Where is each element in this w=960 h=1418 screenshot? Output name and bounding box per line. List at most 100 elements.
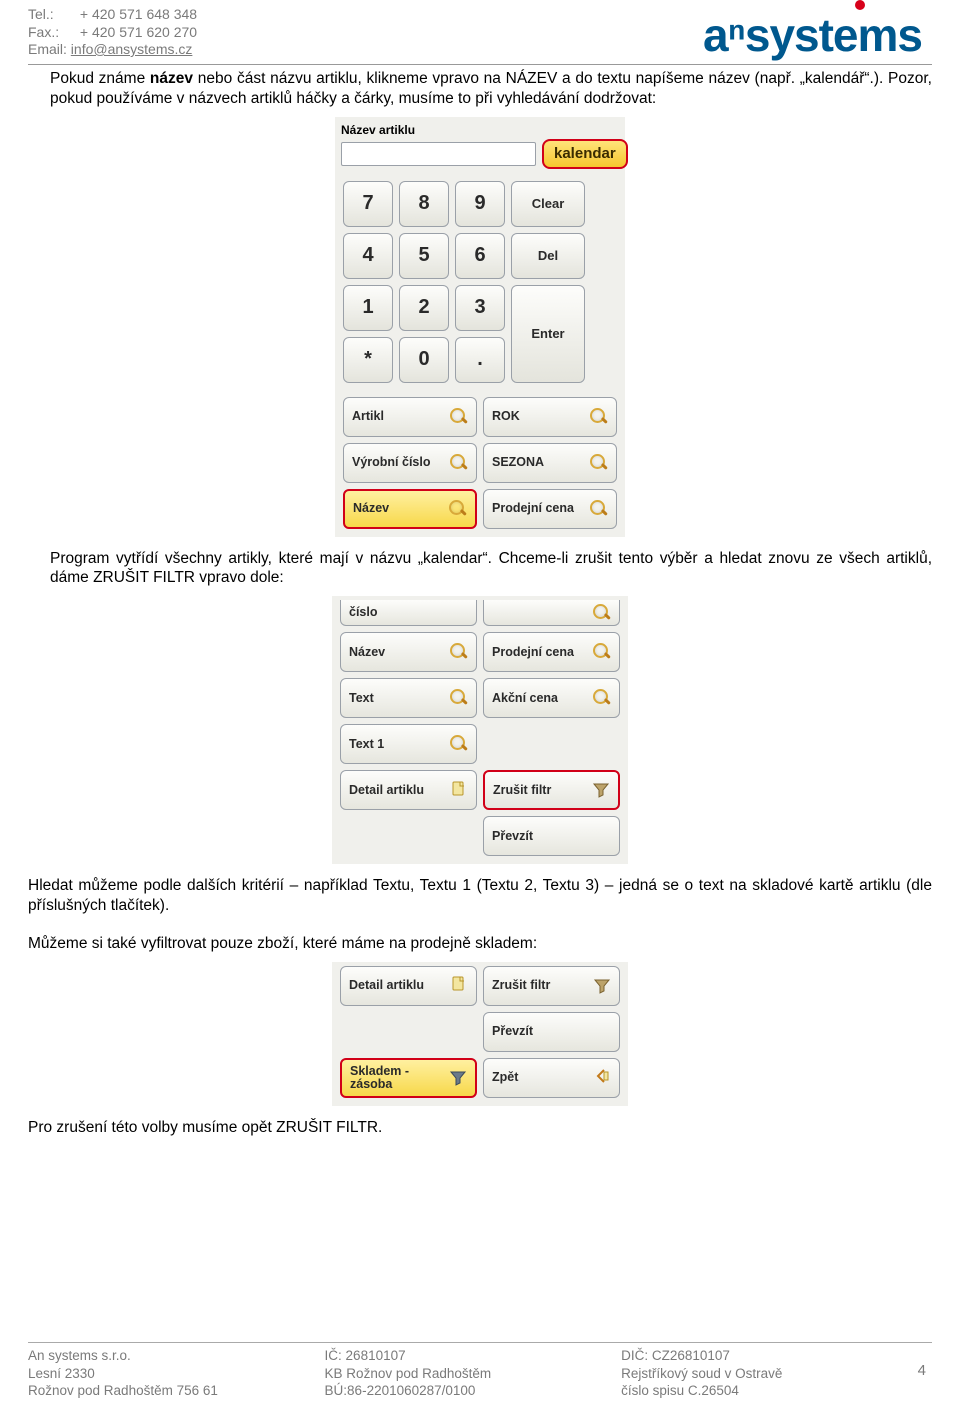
footer-col-2: IČ: 26810107 KB Rožnov pod Radhoštěm BÚ:… — [325, 1347, 622, 1400]
search-icon — [450, 408, 468, 426]
email-link[interactable]: info@ansystems.cz — [71, 41, 193, 57]
keypad-clear[interactable]: Clear — [511, 181, 585, 227]
filter-label: Akční cena — [492, 692, 558, 705]
document-icon — [450, 780, 468, 801]
keypad-7[interactable]: 7 — [343, 181, 393, 227]
stock-filter-panel: Detail artiklu Zrušit filtr Převzít — [28, 962, 932, 1106]
filter-label: Název — [349, 646, 385, 659]
keypad-1[interactable]: 1 — [343, 285, 393, 331]
footer-col-1: An systems s.r.o. Lesní 2330 Rožnov pod … — [28, 1347, 325, 1400]
paragraph-5: Pro zrušení této volby musíme opět ZRUŠI… — [28, 1114, 932, 1138]
keypad-2[interactable]: 2 — [399, 285, 449, 331]
keypad-enter[interactable]: Enter — [511, 285, 585, 383]
filter-sezona[interactable]: SEZONA — [483, 443, 617, 483]
zrusit-filtr-button[interactable]: Zrušit filtr — [483, 966, 620, 1006]
back-icon — [593, 1067, 611, 1088]
prevzit-button[interactable]: Převzít — [483, 1012, 620, 1052]
footer-line: Rožnov pod Radhoštěm 756 61 — [28, 1382, 325, 1400]
filter-rok[interactable]: ROK — [483, 397, 617, 437]
filter-nazev[interactable]: Název — [340, 632, 477, 672]
filter-label: Text — [349, 692, 374, 705]
search-icon — [450, 735, 468, 753]
filter-nazev[interactable]: Název — [343, 489, 477, 529]
keypad-4[interactable]: 4 — [343, 233, 393, 279]
filter-label: Převzít — [492, 1025, 533, 1038]
keypad-5[interactable]: 5 — [399, 233, 449, 279]
filter-label: ROK — [492, 410, 520, 423]
filter-prodejni-cena[interactable]: Prodejní cena — [483, 632, 620, 672]
contact-block: Tel.: + 420 571 648 348 Fax.: + 420 571 … — [28, 6, 197, 59]
prevzit-button[interactable]: Převzít — [483, 816, 620, 856]
footer-line: číslo spisu C.26504 — [621, 1382, 918, 1400]
paragraph-1: Pokud známe název nebo část názvu artikl… — [28, 65, 932, 109]
filter-prodejni-cena[interactable]: Prodejní cena — [483, 489, 617, 529]
paragraph-3: Hledat můžeme podle dalších kritérií – n… — [28, 872, 932, 916]
keypad-star[interactable]: * — [343, 337, 393, 383]
filter-detail-artiklu[interactable]: Detail artiklu — [340, 770, 477, 810]
fax-label: Fax.: — [28, 24, 76, 42]
filter-label: Název — [353, 502, 389, 515]
document-icon — [450, 975, 468, 996]
keypad-dot[interactable]: . — [455, 337, 505, 383]
filter-label: Prodejní cena — [492, 646, 574, 659]
search-icon — [450, 643, 468, 661]
page-header: Tel.: + 420 571 648 348 Fax.: + 420 571 … — [28, 0, 932, 65]
paragraph-2: Program vytřídí všechny artikly, které m… — [28, 545, 932, 589]
filter-list-panel: číslo Název Prodejní cena Text — [28, 596, 932, 864]
filter-vyrobni-cislo[interactable]: Výrobní číslo — [343, 443, 477, 483]
filter-text-1[interactable]: Text 1 — [340, 724, 477, 764]
filter-artikl[interactable]: Artikl — [343, 397, 477, 437]
article-name-input[interactable] — [341, 142, 536, 166]
filter-label: Text 1 — [349, 738, 384, 751]
filter-akcni-cena[interactable]: Akční cena — [483, 678, 620, 718]
filter-label: Zrušit filtr — [492, 979, 550, 992]
tel-value: + 420 571 648 348 — [80, 6, 197, 22]
filter-label: Zpět — [492, 1071, 518, 1084]
filter-label: Převzít — [492, 830, 533, 843]
footer-line: BÚ:86-2201060287/0100 — [325, 1382, 622, 1400]
email-label: Email: — [28, 41, 67, 57]
filter-label: Zrušit filtr — [493, 784, 551, 797]
filter-label: číslo — [349, 606, 378, 619]
keypad-9[interactable]: 9 — [455, 181, 505, 227]
skladem-zasoba-button[interactable]: Skladem - zásoba — [340, 1058, 477, 1098]
keypad-6[interactable]: 6 — [455, 233, 505, 279]
empty-cell — [483, 724, 620, 764]
page-number: 4 — [918, 1347, 932, 1381]
zpet-button[interactable]: Zpět — [483, 1058, 620, 1098]
filter-partial-right[interactable] — [483, 600, 620, 626]
keypad-del[interactable]: Del — [511, 233, 585, 279]
filter-label: Skladem - zásoba — [350, 1065, 449, 1091]
filter-label: Prodejní cena — [492, 502, 574, 515]
footer-line: An systems s.r.o. — [28, 1347, 325, 1365]
search-icon — [450, 689, 468, 707]
tel-label: Tel.: — [28, 6, 76, 24]
footer-col-3: DIČ: CZ26810107 Rejstříkový soud v Ostra… — [621, 1347, 918, 1400]
zrusit-filtr-button[interactable]: Zrušit filtr — [483, 770, 620, 810]
fax-value: + 420 571 620 270 — [80, 24, 197, 40]
footer-line: Rejstříkový soud v Ostravě — [621, 1365, 918, 1383]
search-icon — [450, 454, 468, 472]
keypad-8[interactable]: 8 — [399, 181, 449, 227]
footer-line: IČ: 26810107 — [325, 1347, 622, 1365]
filter-text[interactable]: Text — [340, 678, 477, 718]
keypad-3[interactable]: 3 — [455, 285, 505, 331]
input-label: Název artiklu — [335, 117, 625, 139]
search-term-button[interactable]: kalendar — [542, 139, 628, 169]
logo: aⁿsystems — [703, 6, 932, 62]
filter-cislo-partial[interactable]: číslo — [340, 600, 477, 626]
filter-label: Artikl — [352, 410, 384, 423]
footer-line: DIČ: CZ26810107 — [621, 1347, 918, 1365]
funnel-icon — [592, 781, 610, 799]
filter-detail-artiklu[interactable]: Detail artiklu — [340, 966, 477, 1006]
keypad-0[interactable]: 0 — [399, 337, 449, 383]
footer-line: KB Rožnov pod Radhoštěm — [325, 1365, 622, 1383]
page-footer: An systems s.r.o. Lesní 2330 Rožnov pod … — [28, 1342, 932, 1400]
search-icon — [593, 689, 611, 707]
filter-label: SEZONA — [492, 456, 544, 469]
filter-label: Výrobní číslo — [352, 456, 431, 469]
search-icon — [593, 604, 611, 622]
search-icon — [590, 408, 608, 426]
search-keypad-panel: Název artiklu kalendar 7 8 9 Clear 4 5 6… — [28, 117, 932, 537]
footer-line: Lesní 2330 — [28, 1365, 325, 1383]
